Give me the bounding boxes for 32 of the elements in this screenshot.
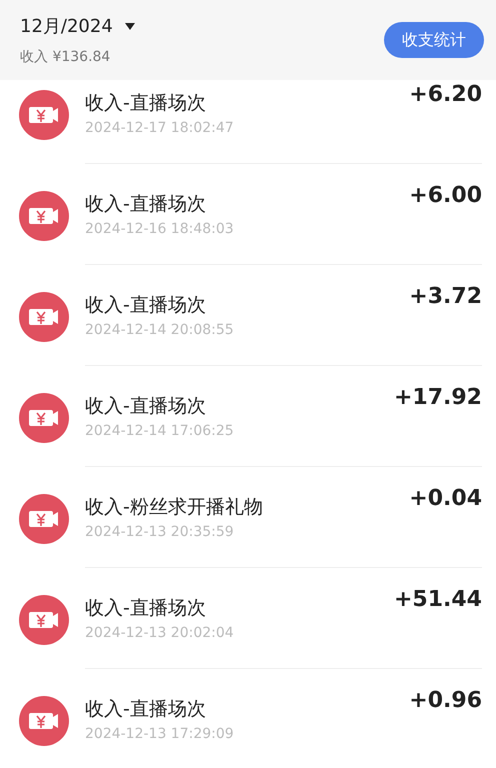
month-picker[interactable]: 12月/2024 — [20, 14, 135, 38]
transaction-title: 收入-直播场次 — [85, 192, 207, 216]
transaction-amount: +17.92 — [394, 385, 482, 410]
transaction-time: 2024-12-14 17:06:25 — [85, 422, 235, 438]
transaction-time: 2024-12-13 20:35:59 — [85, 524, 235, 540]
transaction-time: 2024-12-17 18:02:47 — [85, 120, 235, 136]
yen-video-icon — [19, 190, 69, 240]
transaction-title: 收入-直播场次 — [85, 596, 207, 620]
transaction-title: 收入-直播场次 — [85, 292, 207, 318]
transaction-amount: +6.20 — [409, 82, 482, 107]
transaction-amount: +3.72 — [409, 284, 482, 309]
yen-video-icon — [19, 594, 69, 644]
transaction-amount: +0.96 — [409, 688, 482, 713]
transaction-time: 2024-12-13 20:02:04 — [85, 624, 235, 640]
transaction-time: 2024-12-16 18:48:03 — [85, 220, 235, 236]
transaction-title: 收入-粉丝求开播礼物 — [85, 494, 264, 520]
yen-video-icon — [19, 494, 69, 544]
yen-video-icon — [19, 292, 69, 342]
yen-video-icon — [19, 90, 69, 140]
transaction-time: 2024-12-14 20:08:55 — [85, 322, 235, 338]
transaction-time: 2024-12-13 17:29:09 — [85, 726, 235, 742]
transaction-amount: +0.04 — [409, 486, 482, 511]
stats-button[interactable]: 收支统计 — [384, 22, 484, 58]
transaction-title: 收入-直播场次 — [85, 696, 207, 722]
transaction-title: 收入-直播场次 — [85, 90, 207, 116]
caret-icon — [124, 22, 135, 30]
transaction-amount: +6.00 — [409, 183, 482, 208]
yen-video-icon — [19, 696, 69, 746]
transaction-amount: +51.44 — [394, 587, 482, 612]
yen-video-icon — [19, 392, 69, 442]
transaction-title: 收入-直播场次 — [85, 394, 207, 418]
income-total: 收入 ¥136.84 — [20, 48, 112, 66]
